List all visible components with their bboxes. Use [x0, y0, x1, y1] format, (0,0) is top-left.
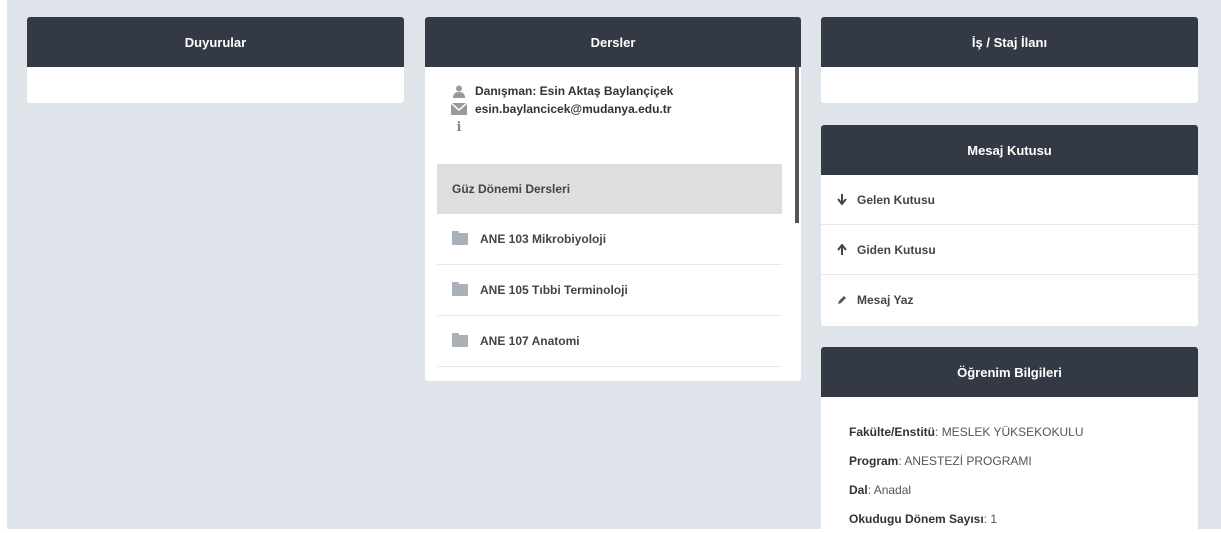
course-item[interactable]: ANE 105 Tıbbi Terminoloji [437, 265, 782, 316]
course-item[interactable]: ANE 107 Anatomi [437, 316, 782, 367]
fall-term-heading: Güz Dönemi Dersleri [437, 164, 782, 214]
courses-panel: Dersler Danışman: Esin Aktaş Baylançiçek… [425, 17, 801, 381]
field-label: Fakülte/Enstitü [849, 425, 936, 439]
advisor-info-row: i [451, 120, 475, 135]
job-internship-title: İş / Staj İlanı [821, 17, 1198, 67]
course-label: ANE 103 Mikrobiyoloji [480, 232, 607, 246]
folder-icon [452, 231, 468, 245]
advisor-email[interactable]: esin.baylancicek@mudanya.edu.tr [475, 102, 671, 116]
field-value: ANESTEZİ PROGRAMI [904, 454, 1032, 468]
inbox-label: Gelen Kutusu [857, 192, 936, 207]
arrow-down-icon [836, 194, 848, 205]
faculty-field: Fakülte/Enstitü: MESLEK YÜKSEKOKULU [849, 425, 1084, 439]
page-background: Duyurular Dersler Danışman: Esin Aktaş B… [7, 0, 1221, 533]
advisor-email-row: esin.baylancicek@mudanya.edu.tr [451, 102, 671, 116]
info-icon: i [456, 120, 462, 135]
sent-link[interactable]: Giden Kutusu [821, 225, 1198, 275]
compose-link[interactable]: Mesaj Yaz [821, 275, 1198, 325]
program-field: Program: ANESTEZİ PROGRAMI [849, 454, 1032, 468]
message-box-panel: Mesaj Kutusu Gelen Kutusu Giden Kutusu M… [821, 125, 1198, 326]
envelope-icon [451, 103, 467, 115]
pencil-icon [836, 295, 848, 305]
compose-label: Mesaj Yaz [857, 293, 914, 307]
course-label: ANE 107 Anatomi [480, 334, 580, 348]
field-value: 1 [990, 512, 998, 526]
announcements-title: Duyurular [27, 17, 404, 67]
inbox-link[interactable]: Gelen Kutusu [821, 175, 1198, 225]
field-label: Okudugu Dönem Sayısı [849, 512, 984, 526]
folder-icon [452, 333, 468, 347]
field-label: Program [849, 454, 899, 468]
semester-count-field: Okudugu Dönem Sayısı: 1 [849, 512, 998, 526]
field-value: Anadal [873, 483, 912, 497]
branch-field: Dal: Anadal [849, 483, 912, 497]
course-label: ANE 105 Tıbbi Terminoloji [480, 283, 628, 297]
sent-label: Giden Kutusu [857, 242, 936, 257]
job-internship-panel: İş / Staj İlanı [821, 17, 1198, 103]
advisor-info: Danışman: Esin Aktaş Baylançiçek esin.ba… [437, 67, 782, 164]
announcements-panel: Duyurular [27, 17, 404, 103]
course-item[interactable]: ANE 103 Mikrobiyoloji [437, 214, 782, 265]
field-value: MESLEK YÜKSEKOKULU [941, 425, 1084, 439]
advisor-name-row: Danışman: Esin Aktaş Baylançiçek [451, 84, 673, 98]
education-info-title: Öğrenim Bilgileri [821, 347, 1198, 397]
scrollbar[interactable] [795, 67, 799, 223]
education-info-panel: Öğrenim Bilgileri Fakülte/Enstitü: MESLE… [821, 347, 1198, 533]
user-icon [451, 85, 467, 98]
arrow-up-icon [836, 244, 848, 255]
courses-title: Dersler [425, 17, 801, 67]
folder-icon [452, 282, 468, 296]
advisor-name: Danışman: Esin Aktaş Baylançiçek [475, 84, 674, 98]
field-label: Dal [849, 483, 868, 497]
message-box-title: Mesaj Kutusu [821, 125, 1198, 175]
